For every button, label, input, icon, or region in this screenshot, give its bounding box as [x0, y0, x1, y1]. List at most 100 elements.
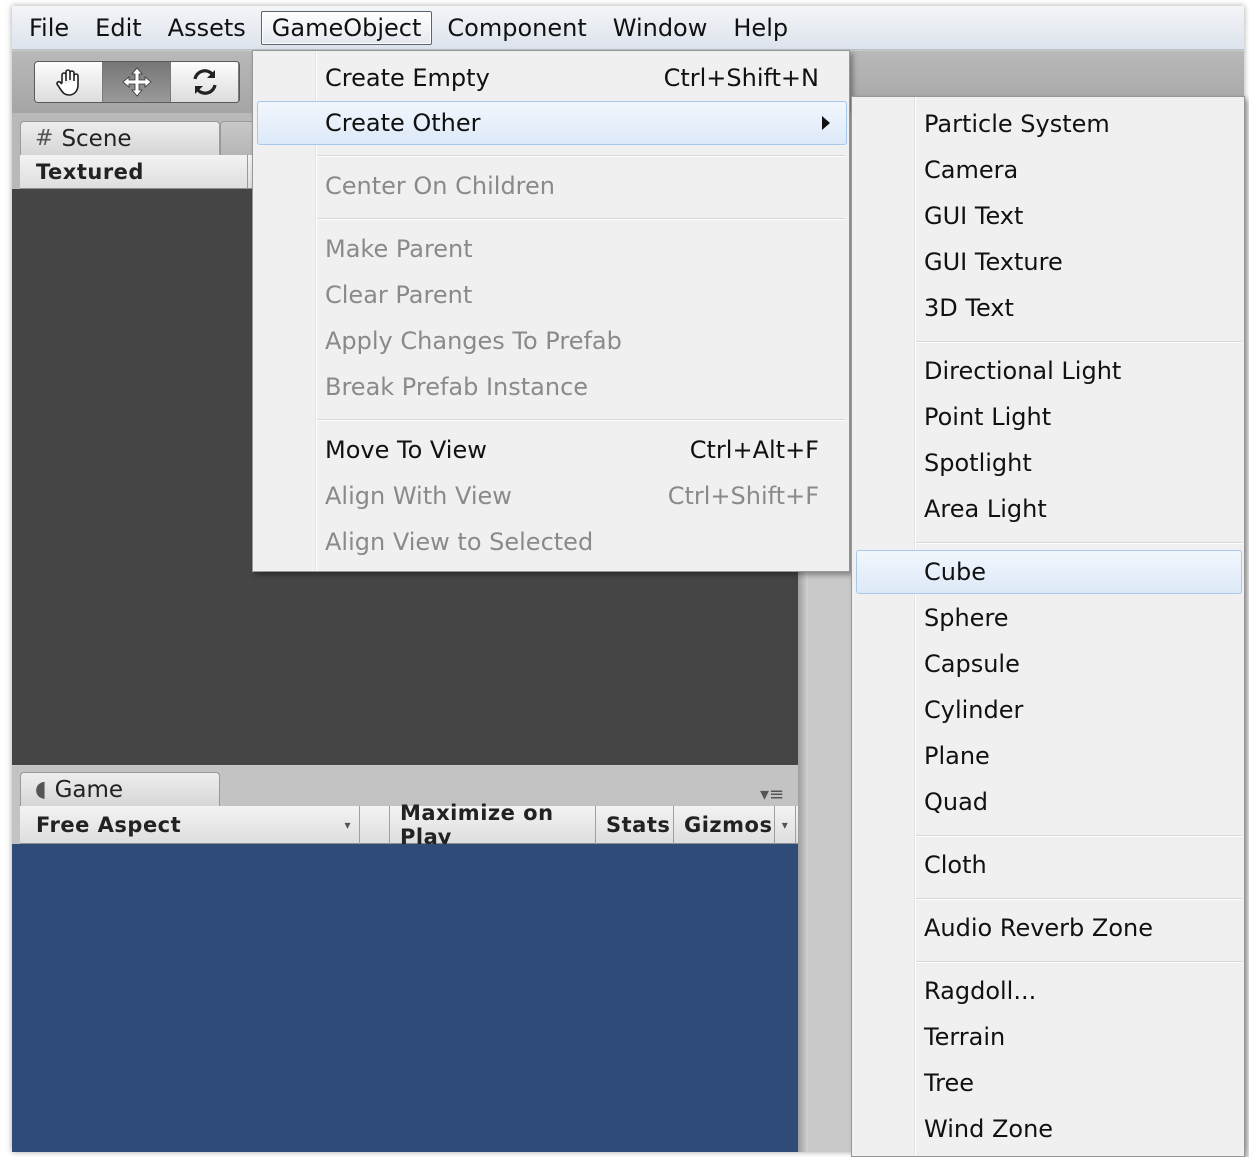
menu-item-label: Directional Light: [924, 357, 1122, 385]
game-panel: ◖ Game ▾≡ Free Aspect ▾ Maximize on Play…: [12, 766, 798, 1152]
create-other-submenu: Particle System Camera GUI Text GUI Text…: [851, 96, 1245, 1157]
game-tab-label: Game: [54, 776, 124, 803]
menu-item-point-light[interactable]: Point Light: [856, 395, 1242, 439]
menu-item-label: Wind Zone: [924, 1115, 1054, 1143]
menu-item-label: Tree: [924, 1069, 975, 1097]
hand-icon: [55, 69, 79, 96]
menu-item-move-to-view[interactable]: Move To View Ctrl+Alt+F: [257, 428, 847, 472]
menu-item-quad[interactable]: Quad: [856, 780, 1242, 824]
menu-item-tree[interactable]: Tree: [856, 1061, 1242, 1105]
menu-file[interactable]: File: [18, 11, 80, 45]
menu-separator: [317, 419, 845, 420]
tab-scene[interactable]: # Scene: [20, 121, 220, 155]
menu-item-label: Apply Changes To Prefab: [325, 327, 622, 355]
menu-assets[interactable]: Assets: [157, 11, 257, 45]
menu-item-ragdoll[interactable]: Ragdoll...: [856, 969, 1242, 1013]
menu-item-sphere[interactable]: Sphere: [856, 596, 1242, 640]
menu-item-label: Spotlight: [924, 449, 1032, 477]
menu-item-camera[interactable]: Camera: [856, 148, 1242, 192]
menu-item-label: Move To View: [325, 436, 487, 464]
menu-item-label: GUI Text: [924, 202, 1024, 230]
menu-item-label: Point Light: [924, 403, 1052, 431]
menu-gameobject[interactable]: GameObject: [260, 10, 433, 45]
menu-item-create-other[interactable]: Create Other: [257, 101, 847, 145]
menu-item-label: Center On Children: [325, 172, 555, 200]
menu-item-break-prefab-instance[interactable]: Break Prefab Instance: [257, 365, 847, 409]
menu-item-label: Break Prefab Instance: [325, 373, 589, 401]
menu-item-cloth[interactable]: Cloth: [856, 843, 1242, 887]
gameobject-menu: Create Empty Ctrl+Shift+N Create Other C…: [252, 50, 850, 572]
menu-separator: [916, 542, 1242, 543]
render-mode-dropdown[interactable]: Textured: [20, 154, 248, 189]
move-icon: [121, 67, 152, 97]
hand-tool-button[interactable]: [35, 62, 103, 102]
scene-tab-label: Scene: [61, 125, 132, 152]
gizmos-toggle[interactable]: Gizmos: [674, 806, 774, 844]
menu-item-label: Cloth: [924, 851, 987, 879]
dropdown-arrow-icon: ▾: [344, 817, 351, 832]
menu-item-spotlight[interactable]: Spotlight: [856, 441, 1242, 485]
dropdown-arrow-icon: ▾: [781, 817, 789, 832]
menu-item-center-on-children[interactable]: Center On Children: [257, 164, 847, 208]
menu-item-label: Particle System: [924, 110, 1110, 138]
menu-item-align-with-view[interactable]: Align With View Ctrl+Shift+F: [257, 474, 847, 518]
menu-item-label: Align With View: [325, 482, 512, 510]
grid-icon: #: [35, 126, 54, 151]
menu-separator: [916, 835, 1242, 836]
panel-menu-icon[interactable]: ▾≡: [760, 784, 784, 805]
menu-separator: [916, 341, 1242, 342]
move-tool-button[interactable]: [103, 62, 171, 102]
game-viewport[interactable]: [12, 844, 798, 1152]
menu-component[interactable]: Component: [436, 11, 597, 45]
menu-item-create-empty[interactable]: Create Empty Ctrl+Shift+N: [257, 56, 847, 100]
menu-item-label: Plane: [924, 742, 990, 770]
menu-item-label: Create Other: [325, 109, 481, 137]
menu-bar: File Edit Assets GameObject Component Wi…: [12, 6, 1244, 50]
maximize-on-play-toggle[interactable]: Maximize on Play: [390, 801, 596, 849]
menu-item-label: Ragdoll...: [924, 977, 1037, 1005]
menu-item-label: Align View to Selected: [325, 528, 594, 556]
transform-tools: [34, 61, 240, 103]
menu-item-label: Terrain: [924, 1023, 1006, 1051]
menu-item-shortcut: Ctrl+Shift+N: [663, 64, 819, 92]
rotate-icon: [192, 69, 217, 95]
menu-item-align-view-to-selected[interactable]: Align View to Selected: [257, 520, 847, 564]
menu-item-clear-parent[interactable]: Clear Parent: [257, 273, 847, 317]
stats-toggle[interactable]: Stats: [596, 805, 674, 844]
menu-item-audio-reverb-zone[interactable]: Audio Reverb Zone: [856, 906, 1242, 950]
menu-item-cylinder[interactable]: Cylinder: [856, 688, 1242, 732]
menu-item-label: Capsule: [924, 650, 1020, 678]
menu-item-label: Clear Parent: [325, 281, 473, 309]
menu-separator: [317, 155, 845, 156]
menu-item-area-light[interactable]: Area Light: [856, 487, 1242, 531]
menu-item-capsule[interactable]: Capsule: [856, 642, 1242, 686]
tab-game[interactable]: ◖ Game: [20, 772, 220, 806]
game-control-bar: Free Aspect ▾ Maximize on Play Stats Giz…: [20, 801, 798, 849]
menu-item-label: Sphere: [924, 604, 1009, 632]
menu-edit[interactable]: Edit: [84, 11, 152, 45]
menu-item-shortcut: Ctrl+Shift+F: [667, 482, 819, 510]
menu-item-gui-text[interactable]: GUI Text: [856, 194, 1242, 238]
gizmos-dropdown[interactable]: ▾: [774, 805, 796, 844]
menu-item-cube[interactable]: Cube: [856, 550, 1242, 594]
menu-item-particle-system[interactable]: Particle System: [856, 102, 1242, 146]
menu-item-directional-light[interactable]: Directional Light: [856, 349, 1242, 393]
menu-item-plane[interactable]: Plane: [856, 734, 1242, 778]
menu-item-label: Audio Reverb Zone: [924, 914, 1154, 942]
menu-item-label: Camera: [924, 156, 1019, 184]
menu-item-label: 3D Text: [924, 294, 1014, 322]
menu-item-gui-texture[interactable]: GUI Texture: [856, 240, 1242, 284]
menu-item-apply-changes-to-prefab[interactable]: Apply Changes To Prefab: [257, 319, 847, 363]
rotate-tool-button[interactable]: [171, 62, 239, 102]
menu-window[interactable]: Window: [602, 11, 719, 45]
menu-item-label: Cube: [924, 558, 986, 586]
menu-item-make-parent[interactable]: Make Parent: [257, 227, 847, 271]
menu-help[interactable]: Help: [722, 11, 799, 45]
menu-item-terrain[interactable]: Terrain: [856, 1015, 1242, 1059]
menu-separator: [317, 218, 845, 219]
triangle-right-icon: [822, 116, 830, 130]
menu-item-label: Area Light: [924, 495, 1047, 523]
menu-item-3d-text[interactable]: 3D Text: [856, 286, 1242, 330]
aspect-dropdown[interactable]: Free Aspect ▾: [20, 805, 360, 844]
menu-item-wind-zone[interactable]: Wind Zone: [856, 1107, 1242, 1151]
